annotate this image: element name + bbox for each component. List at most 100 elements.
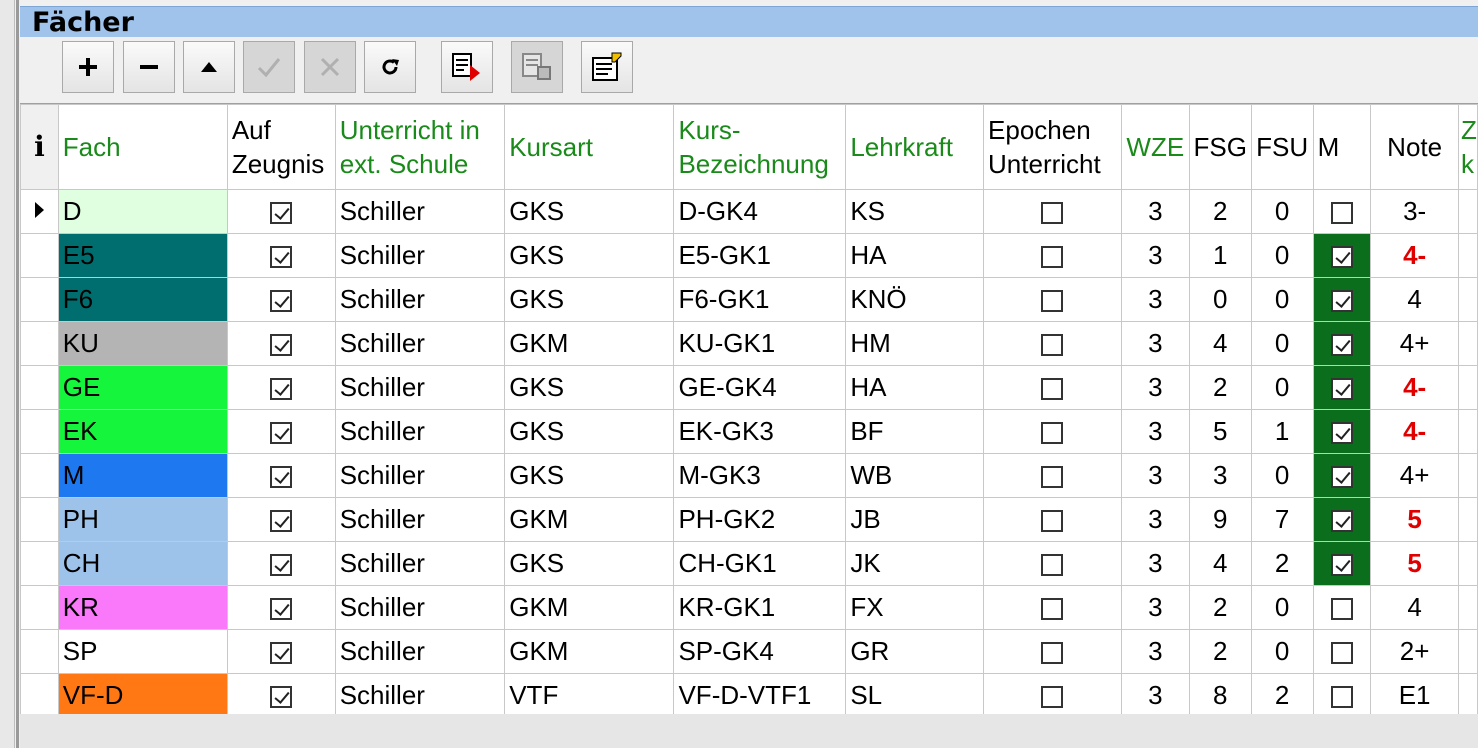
left-splitter[interactable] [16, 0, 19, 748]
cell-fsg[interactable]: 0 [1188, 277, 1252, 322]
cell-fach[interactable]: GE [57, 365, 228, 410]
cell-kurs-bezeichnung[interactable]: KU-GK1 [673, 321, 847, 366]
cell-lehrkraft[interactable]: KS [845, 189, 985, 234]
cell-fsu[interactable]: 0 [1250, 453, 1314, 498]
cell-ext-schule[interactable]: Schiller [334, 585, 506, 630]
cell-epochen[interactable] [983, 497, 1122, 542]
cell-auf-zeugnis[interactable] [226, 585, 336, 630]
cell-wze[interactable]: 3 [1120, 365, 1190, 410]
cell-fsu[interactable]: 0 [1250, 233, 1314, 278]
cell-kurs-bezeichnung[interactable]: PH-GK2 [673, 497, 847, 542]
cell-auf-zeugnis[interactable] [226, 673, 336, 718]
cell-lehrkraft[interactable]: FX [845, 585, 985, 630]
cancel-button[interactable] [304, 41, 356, 93]
epochen-checkbox[interactable] [1041, 598, 1064, 621]
cell-fsu[interactable]: 0 [1250, 585, 1314, 630]
row-indicator[interactable] [20, 189, 59, 234]
cell-note[interactable]: 5 [1370, 497, 1459, 542]
table-row[interactable]: KU Schiller GKM KU-GK1 HM 3 4 0 4+ [20, 321, 1478, 366]
cell-auf-zeugnis[interactable] [226, 629, 336, 674]
m-checkbox[interactable] [1330, 202, 1353, 225]
zeugnis-checkbox[interactable] [270, 642, 293, 665]
m-checkbox[interactable] [1330, 466, 1353, 489]
cell-cut[interactable] [1457, 409, 1478, 454]
cell-kurs-bezeichnung[interactable]: D-GK4 [673, 189, 847, 234]
zeugnis-checkbox[interactable] [270, 466, 293, 489]
cell-kurs-bezeichnung[interactable]: SP-GK4 [673, 629, 847, 674]
cell-kursart[interactable]: GKS [504, 189, 675, 234]
cell-ext-schule[interactable]: Schiller [334, 321, 506, 366]
cell-m[interactable] [1312, 585, 1372, 630]
cell-cut[interactable] [1457, 585, 1478, 630]
table-row[interactable]: CH Schiller GKS CH-GK1 JK 3 4 2 5 [20, 541, 1478, 586]
row-indicator[interactable] [20, 409, 59, 454]
epochen-checkbox[interactable] [1041, 510, 1064, 533]
row-indicator[interactable] [20, 673, 59, 718]
cell-fsg[interactable]: 2 [1188, 189, 1252, 234]
cell-note[interactable]: 4 [1370, 585, 1459, 630]
cell-m[interactable] [1312, 673, 1372, 718]
zeugnis-checkbox[interactable] [270, 598, 293, 621]
cell-note[interactable]: 4+ [1370, 453, 1459, 498]
cell-fach[interactable]: M [57, 453, 228, 498]
remove-button[interactable] [123, 41, 175, 93]
move-up-button[interactable] [183, 41, 235, 93]
zeugnis-checkbox[interactable] [270, 510, 293, 533]
header-kurs-bezeichnung[interactable]: Kurs-Bezeichnung [673, 104, 847, 190]
m-checkbox[interactable] [1330, 598, 1353, 621]
cell-fsu[interactable]: 2 [1250, 673, 1314, 718]
zeugnis-checkbox[interactable] [270, 422, 293, 445]
epochen-checkbox[interactable] [1041, 202, 1064, 225]
cell-ext-schule[interactable]: Schiller [334, 453, 506, 498]
epochen-checkbox[interactable] [1041, 246, 1064, 269]
cell-fach[interactable]: KU [57, 321, 228, 366]
cell-fach[interactable]: D [57, 189, 228, 234]
header-cut[interactable]: Z k [1457, 104, 1478, 190]
cell-epochen[interactable] [983, 453, 1122, 498]
header-ext-schule[interactable]: Unterricht in ext. Schule [334, 104, 506, 190]
cell-wze[interactable]: 3 [1120, 233, 1190, 278]
cell-cut[interactable] [1457, 541, 1478, 586]
cell-auf-zeugnis[interactable] [226, 497, 336, 542]
m-checkbox[interactable] [1330, 422, 1353, 445]
row-indicator[interactable] [20, 629, 59, 674]
cell-note[interactable]: 3- [1370, 189, 1459, 234]
row-indicator[interactable] [20, 453, 59, 498]
cell-m[interactable] [1312, 365, 1372, 410]
row-indicator[interactable] [20, 541, 59, 586]
cell-fsg[interactable]: 8 [1188, 673, 1252, 718]
epochen-checkbox[interactable] [1041, 422, 1064, 445]
table-row[interactable]: PH Schiller GKM PH-GK2 JB 3 9 7 5 [20, 497, 1478, 542]
cell-note[interactable]: 4 [1370, 277, 1459, 322]
table-row[interactable]: D Schiller GKS D-GK4 KS 3 2 0 3- [20, 189, 1478, 234]
cell-lehrkraft[interactable]: KNÖ [845, 277, 985, 322]
row-indicator[interactable] [20, 585, 59, 630]
cell-epochen[interactable] [983, 233, 1122, 278]
cell-epochen[interactable] [983, 585, 1122, 630]
info-header[interactable]: i [20, 104, 59, 190]
cell-cut[interactable] [1457, 233, 1478, 278]
cell-note[interactable]: 4- [1370, 233, 1459, 278]
cell-fach[interactable]: VF-D [57, 673, 228, 718]
cell-m[interactable] [1312, 233, 1372, 278]
cell-lehrkraft[interactable]: JK [845, 541, 985, 586]
cell-ext-schule[interactable]: Schiller [334, 189, 506, 234]
zeugnis-checkbox[interactable] [270, 202, 293, 225]
cell-note[interactable]: 5 [1370, 541, 1459, 586]
m-checkbox[interactable] [1330, 686, 1353, 709]
zeugnis-checkbox[interactable] [270, 334, 293, 357]
table-row[interactable]: GE Schiller GKS GE-GK4 HA 3 2 0 4- [20, 365, 1478, 410]
table-row[interactable]: SP Schiller GKM SP-GK4 GR 3 2 0 2+ [20, 629, 1478, 674]
header-note[interactable]: Note [1370, 104, 1459, 190]
cell-note[interactable]: 4- [1370, 365, 1459, 410]
cell-auf-zeugnis[interactable] [226, 233, 336, 278]
cell-ext-schule[interactable]: Schiller [334, 365, 506, 410]
refresh-button[interactable] [364, 41, 416, 93]
epochen-checkbox[interactable] [1041, 642, 1064, 665]
cell-kursart[interactable]: GKS [504, 233, 675, 278]
cell-kursart[interactable]: GKM [504, 585, 675, 630]
edit-record-button[interactable] [581, 41, 633, 93]
table-row[interactable]: F6 Schiller GKS F6-GK1 KNÖ 3 0 0 4 [20, 277, 1478, 322]
table-row[interactable]: E5 Schiller GKS E5-GK1 HA 3 1 0 4- [20, 233, 1478, 278]
m-checkbox[interactable] [1330, 510, 1353, 533]
